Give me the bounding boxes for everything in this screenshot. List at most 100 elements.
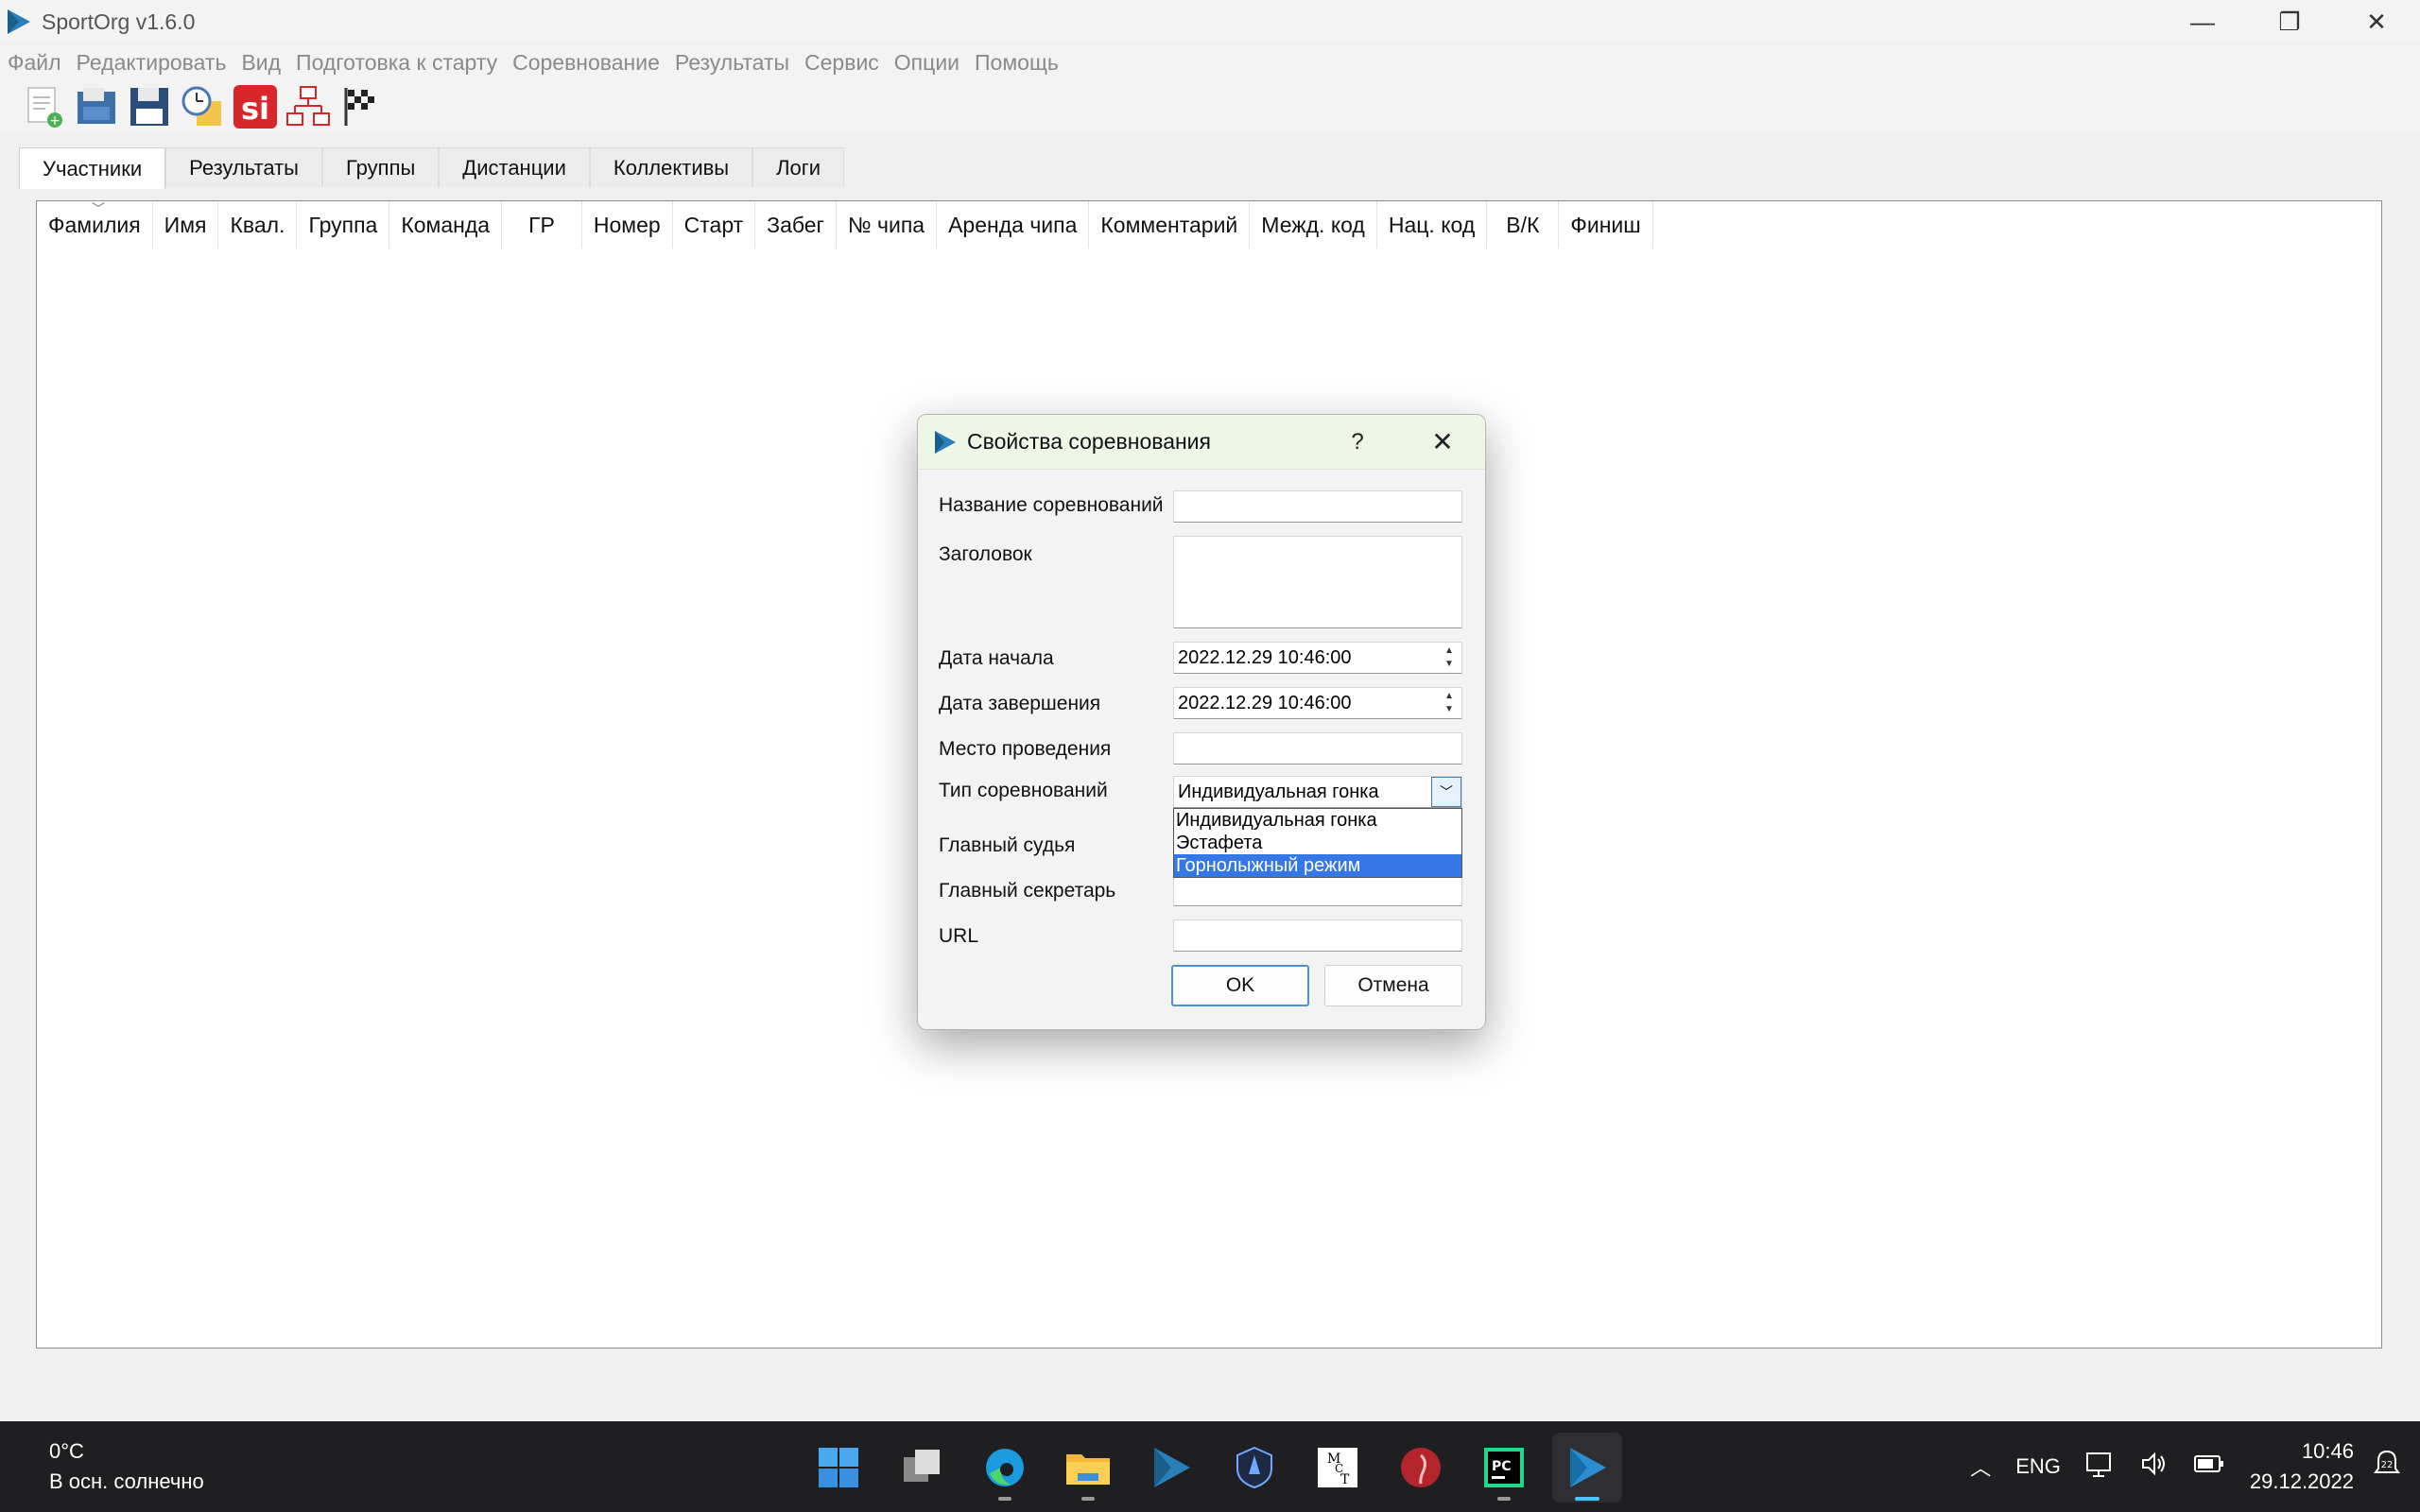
finish-flag-icon[interactable] [337, 82, 386, 131]
shield-app-icon[interactable] [1219, 1433, 1289, 1503]
dropdown-option-highlighted[interactable]: Горнолыжный режим [1174, 854, 1461, 877]
chevron-down-icon[interactable]: ﹀ [1431, 777, 1461, 807]
sportident-icon[interactable]: si [231, 82, 280, 131]
end-date-label: Дата завершения [939, 693, 1101, 714]
start-date-label: Дата начала [939, 647, 1054, 669]
tab-courses[interactable]: Дистанции [439, 147, 590, 187]
column-header[interactable]: Финиш [1559, 201, 1653, 249]
new-file-icon[interactable]: + [19, 82, 68, 131]
start-date-field[interactable]: 2022.12.29 10:46:00 ▲ ▼ [1173, 642, 1462, 674]
column-header[interactable]: Аренда чипа [937, 201, 1090, 249]
running-indicator [1081, 1497, 1095, 1501]
start-date-value: 2022.12.29 10:46:00 [1178, 646, 1352, 668]
sportorg-logo-icon [935, 430, 956, 454]
help-button[interactable]: ? [1315, 429, 1400, 455]
taskbar: 0°C В осн. солнечно MCT PC ︿ ENG 10:46 2… [0, 1421, 2420, 1512]
menu-start-preparation[interactable]: Подготовка к старту [288, 50, 505, 76]
type-selected-value: Индивидуальная гонка [1178, 781, 1379, 802]
tab-teams[interactable]: Коллективы [589, 147, 753, 187]
svg-text:T: T [1340, 1472, 1350, 1487]
restore-button[interactable]: ❐ [2246, 0, 2333, 43]
minimize-button[interactable]: — [2159, 0, 2246, 43]
dropdown-option[interactable]: Индивидуальная гонка [1174, 809, 1461, 832]
network-icon[interactable] [284, 82, 333, 131]
menu-results[interactable]: Результаты [667, 50, 797, 76]
menu-edit[interactable]: Редактировать [69, 50, 234, 76]
edge-icon[interactable] [970, 1433, 1040, 1503]
anatomy-app-icon[interactable] [1386, 1433, 1456, 1503]
secretary-label: Главный секретарь [939, 880, 1116, 902]
windows-start-icon[interactable] [804, 1433, 873, 1503]
end-date-spinner[interactable]: ▲ ▼ [1439, 690, 1460, 716]
dialog-close-button[interactable]: ✕ [1400, 426, 1485, 457]
network-status-icon[interactable] [2085, 1450, 2116, 1484]
column-header[interactable]: Квал. [218, 201, 298, 249]
column-header[interactable]: Комментарий [1089, 201, 1251, 249]
column-header[interactable]: ГР [502, 201, 582, 249]
column-header[interactable]: Группа [297, 201, 390, 249]
close-window-button[interactable]: ✕ [2333, 0, 2420, 43]
name-label: Название соревнований [939, 494, 1164, 516]
menu-options[interactable]: Опции [887, 50, 967, 76]
menu-competition[interactable]: Соревнование [505, 50, 667, 76]
weather-temperature: 0°C [49, 1439, 84, 1463]
tab-groups[interactable]: Группы [321, 147, 440, 187]
column-header[interactable]: Межд. код [1250, 201, 1377, 249]
dropdown-option[interactable]: Эстафета [1174, 832, 1461, 854]
clock-icon[interactable] [178, 82, 227, 131]
clock[interactable]: 10:46 29.12.2022 [2250, 1436, 2354, 1497]
name-field[interactable] [1173, 490, 1462, 523]
competition-type-dropdown[interactable]: Индивидуальная гонка Эстафета Горнолыжны… [1173, 808, 1462, 878]
menu-help[interactable]: Помощь [967, 50, 1066, 76]
battery-icon[interactable] [2193, 1453, 2225, 1480]
column-header[interactable]: Команда [389, 201, 503, 249]
end-date-field[interactable]: 2022.12.29 10:46:00 ▲ ▼ [1173, 687, 1462, 719]
menu-bar: Файл Редактировать Вид Подготовка к стар… [0, 45, 2420, 79]
pycharm-icon[interactable]: PC [1469, 1433, 1539, 1503]
tab-participants[interactable]: Участники [19, 147, 166, 189]
dialog-title-bar: Свойства соревнования ? ✕ [918, 415, 1485, 470]
ok-button[interactable]: OK [1171, 965, 1309, 1006]
notifications-icon[interactable]: 22 [2371, 1448, 2403, 1486]
column-header[interactable]: Старт [673, 201, 756, 249]
volume-icon[interactable] [2140, 1450, 2169, 1484]
spin-up-icon[interactable]: ▲ [1439, 690, 1460, 703]
start-date-spinner[interactable]: ▲ ▼ [1439, 644, 1460, 671]
open-file-icon[interactable] [72, 82, 121, 131]
column-header[interactable]: В/К [1487, 201, 1560, 249]
window-title: SportOrg v1.6.0 [42, 9, 196, 34]
active-indicator [1575, 1497, 1599, 1501]
sportorg-active-icon[interactable] [1552, 1433, 1622, 1503]
header-textarea[interactable] [1173, 536, 1462, 628]
competition-type-select[interactable]: Индивидуальная гонка ﹀ [1173, 776, 1462, 808]
chevron-up-icon[interactable]: ︿ [1970, 1452, 1991, 1482]
spin-down-icon[interactable]: ▼ [1439, 658, 1460, 671]
menu-service[interactable]: Сервис [797, 50, 887, 76]
mct-app-icon[interactable]: MCT [1303, 1433, 1373, 1503]
cancel-button[interactable]: Отмена [1324, 965, 1462, 1006]
weather-description: В осн. солнечно [49, 1469, 204, 1493]
column-header[interactable]: Имя [153, 201, 219, 249]
column-header[interactable]: Забег [755, 201, 837, 249]
file-explorer-icon[interactable] [1053, 1433, 1123, 1503]
tab-results[interactable]: Результаты [165, 147, 322, 187]
column-header[interactable]: Нац. код [1377, 201, 1488, 249]
svg-text:PC: PC [1492, 1459, 1512, 1474]
place-field[interactable] [1173, 732, 1462, 765]
column-header[interactable]: Номер [582, 201, 673, 249]
tab-logs[interactable]: Логи [752, 147, 845, 187]
weather-widget[interactable]: 0°C В осн. солнечно [49, 1436, 204, 1497]
language-indicator[interactable]: ENG [2015, 1454, 2061, 1479]
spin-down-icon[interactable]: ▼ [1439, 703, 1460, 716]
sportorg-icon[interactable] [1136, 1433, 1206, 1503]
task-view-icon[interactable] [887, 1433, 957, 1503]
url-field[interactable] [1173, 919, 1462, 952]
spin-up-icon[interactable]: ▲ [1439, 644, 1460, 658]
secretary-field[interactable] [1173, 874, 1462, 906]
menu-view[interactable]: Вид [233, 50, 288, 76]
menu-file[interactable]: Файл [0, 50, 69, 76]
sort-indicator-icon: ﹀ [92, 201, 105, 216]
column-header[interactable]: № чипа [837, 201, 938, 249]
taskbar-apps: MCT PC [804, 1433, 1622, 1503]
save-icon[interactable] [125, 82, 174, 131]
